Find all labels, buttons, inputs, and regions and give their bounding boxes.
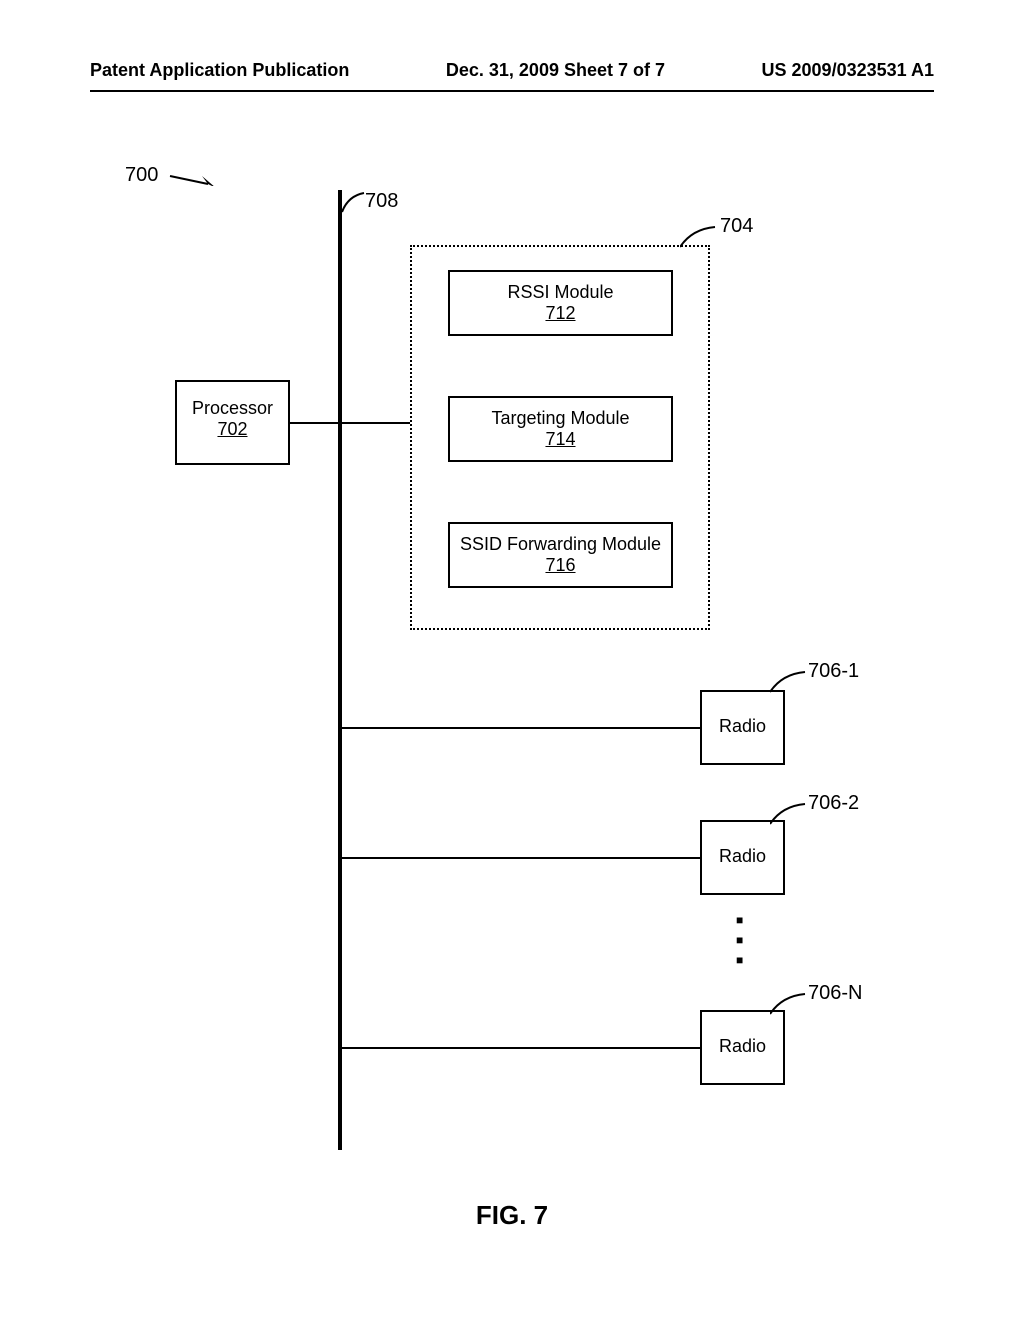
rssi-module-label: RSSI Module	[456, 282, 665, 303]
ref-radio-706-n: 706-N	[808, 982, 862, 1005]
rssi-module-ref: 712	[456, 303, 665, 324]
radio-block-1: Radio	[700, 690, 785, 765]
radio-2-connector	[342, 857, 700, 859]
radio-block-2: Radio	[700, 820, 785, 895]
ref-bus-708: 708	[365, 190, 398, 213]
leader-706-1	[770, 670, 808, 695]
ssid-module-ref: 716	[456, 555, 665, 576]
targeting-module-block: Targeting Module 714	[448, 396, 673, 462]
page-header: Patent Application Publication Dec. 31, …	[0, 60, 1024, 81]
header-left: Patent Application Publication	[90, 60, 349, 81]
memory-bus-connector	[342, 422, 410, 424]
radio-block-n: Radio	[700, 1010, 785, 1085]
ref-radio-706-1: 706-1	[808, 660, 859, 683]
radio-n-connector	[342, 1047, 700, 1049]
header-right: US 2009/0323531 A1	[762, 60, 934, 81]
ssid-module-label: SSID Forwarding Module	[456, 534, 665, 555]
ref-700-number: 700	[125, 164, 158, 187]
arrow-icon	[168, 166, 218, 186]
ssid-module-block: SSID Forwarding Module 716	[448, 522, 673, 588]
ref-memory-704: 704	[720, 215, 753, 238]
figure-caption: FIG. 7	[0, 1200, 1024, 1231]
header-divider	[90, 90, 934, 92]
processor-label: Processor	[177, 398, 288, 419]
targeting-module-label: Targeting Module	[456, 408, 665, 429]
processor-ref: 702	[177, 419, 288, 440]
block-diagram: 700 708 Processor 702 704 RSSI Module 71…	[90, 160, 934, 1160]
vertical-ellipsis-icon: ■■■	[736, 910, 743, 970]
processor-block: Processor 702	[175, 380, 290, 465]
radio-1-connector	[342, 727, 700, 729]
targeting-module-ref: 714	[456, 429, 665, 450]
ref-radio-706-2: 706-2	[808, 792, 859, 815]
leader-708	[342, 190, 367, 215]
processor-bus-connector	[290, 422, 340, 424]
leader-706-n	[770, 992, 808, 1017]
system-bus-708	[338, 190, 342, 1150]
leader-706-2	[770, 802, 808, 827]
header-center: Dec. 31, 2009 Sheet 7 of 7	[446, 60, 665, 81]
ref-system-700: 700	[125, 164, 218, 187]
rssi-module-block: RSSI Module 712	[448, 270, 673, 336]
leader-704	[680, 225, 718, 250]
